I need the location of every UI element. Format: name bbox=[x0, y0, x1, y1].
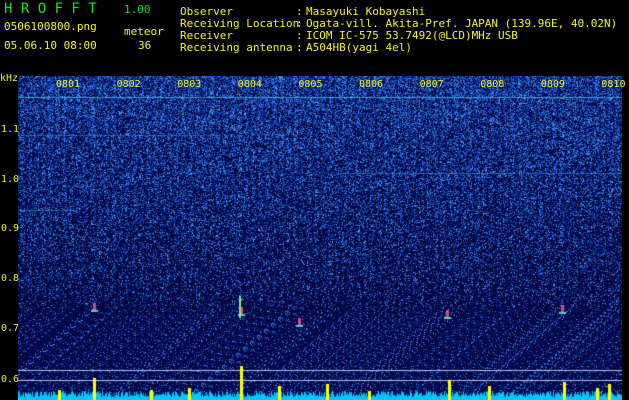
x-tick-label: 0809 bbox=[540, 79, 565, 90]
y-tick-label: 1.0 bbox=[1, 174, 20, 185]
x-tick-label: 0810 bbox=[601, 79, 626, 90]
x-tick-label: 0805 bbox=[298, 79, 323, 90]
x-tick-label: 0808 bbox=[480, 79, 505, 90]
timestamp: 05.06.10 08:00 bbox=[4, 39, 97, 52]
x-tick-label: 0807 bbox=[419, 79, 444, 90]
spectrogram-plot bbox=[18, 76, 622, 400]
header-panel: H R O F F T 1.00 0506100800.png meteor 0… bbox=[0, 0, 629, 72]
y-axis-unit: kHz bbox=[0, 73, 19, 84]
antenna-label: Receiving antenna bbox=[180, 41, 293, 54]
app-version: 1.00 bbox=[124, 3, 151, 16]
meteor-label: meteor bbox=[124, 25, 164, 38]
x-tick-label: 0803 bbox=[177, 79, 202, 90]
x-tick-label: 0804 bbox=[237, 79, 262, 90]
antenna-sep: : bbox=[296, 41, 303, 54]
app-title: H R O F F T bbox=[4, 1, 97, 17]
y-tick-label: 0.8 bbox=[1, 273, 20, 284]
spectrogram-canvas bbox=[18, 76, 622, 400]
x-tick-label: 0801 bbox=[56, 79, 81, 90]
y-tick-label: 0.7 bbox=[1, 323, 20, 334]
y-tick-label: 0.9 bbox=[1, 223, 20, 234]
y-tick-label: 0.6 bbox=[1, 374, 20, 385]
x-tick-label: 0806 bbox=[359, 79, 384, 90]
file-name: 0506100800.png bbox=[4, 20, 97, 33]
x-tick-label: 0802 bbox=[116, 79, 141, 90]
meteor-count: 36 bbox=[138, 39, 152, 52]
antenna-value: A504HB(yagi 4el) bbox=[306, 41, 412, 54]
y-tick-label: 1.1 bbox=[1, 124, 20, 135]
